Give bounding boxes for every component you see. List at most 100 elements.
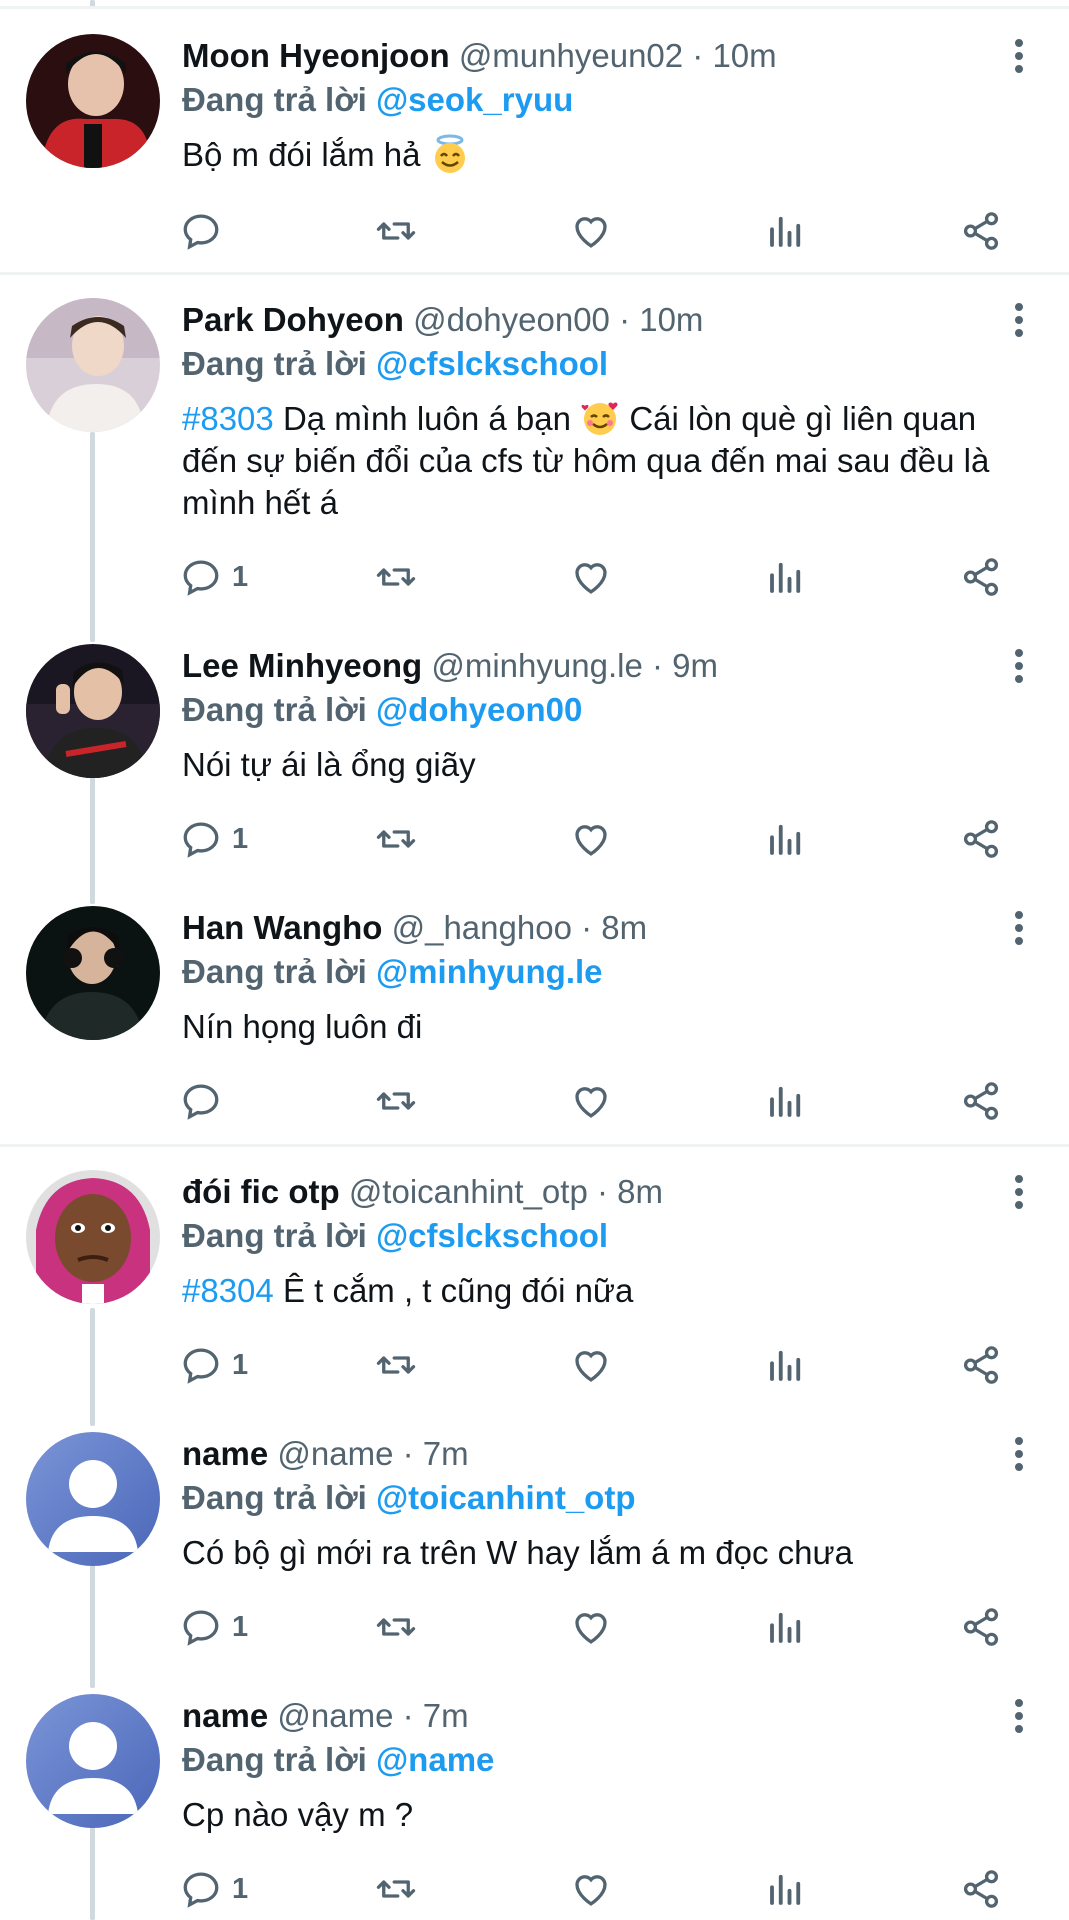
views-icon — [770, 824, 801, 855]
more-vertical-icon[interactable] — [1009, 1174, 1029, 1210]
retweet-button[interactable] — [375, 814, 417, 864]
reply-button[interactable]: 1 — [180, 1340, 248, 1390]
reply-mention[interactable]: @minhyung.le — [376, 953, 603, 990]
share-button[interactable] — [960, 1076, 1002, 1126]
avatar[interactable] — [26, 644, 160, 778]
like-icon — [575, 1351, 607, 1382]
views-button[interactable] — [765, 206, 807, 256]
divider — [0, 6, 1069, 9]
smiling-hearts-icon — [581, 402, 618, 435]
reply-icon — [183, 822, 219, 858]
reply-mention[interactable]: @toicanhint_otp — [376, 1479, 636, 1516]
like-icon — [575, 1875, 607, 1906]
hashtag[interactable]: #8303 — [182, 400, 274, 437]
more-vertical-icon[interactable] — [1009, 38, 1029, 74]
reply-prefix: Đang trả lời — [182, 953, 367, 990]
avatar[interactable] — [26, 1170, 160, 1304]
avatar[interactable] — [26, 34, 160, 168]
reply-button[interactable] — [180, 1076, 232, 1126]
tweet-text: Có bộ gì mới ra trên W hay lắm á m đọc c… — [182, 1534, 853, 1571]
reply-icon — [183, 1348, 219, 1384]
reply-prefix: Đang trả lời — [182, 81, 367, 118]
share-button[interactable] — [960, 552, 1002, 602]
share-icon — [963, 1608, 999, 1646]
retweet-button[interactable] — [375, 1864, 417, 1914]
more-vertical-icon[interactable] — [1009, 910, 1029, 946]
share-button[interactable] — [960, 1602, 1002, 1652]
like-icon — [575, 217, 607, 248]
handle-time: @_hanghoo · 8m — [391, 909, 648, 946]
like-button[interactable] — [570, 1602, 612, 1652]
reply-count: 1 — [232, 1348, 249, 1381]
reply-mention[interactable]: @dohyeon00 — [376, 691, 582, 728]
views-button[interactable] — [765, 1076, 807, 1126]
reply-mention[interactable]: @cfslckschool — [376, 345, 608, 382]
reply-button[interactable]: 1 — [180, 814, 248, 864]
reply-button[interactable] — [180, 206, 232, 256]
action-bar: 1 — [180, 1864, 1030, 1914]
tweet-text: Nín họng luôn đi — [182, 1008, 423, 1045]
share-icon — [963, 558, 999, 596]
action-bar — [180, 206, 1030, 256]
more-vertical-icon[interactable] — [1009, 302, 1029, 338]
avatar[interactable] — [26, 298, 160, 432]
avatar[interactable] — [26, 906, 160, 1040]
views-button[interactable] — [765, 1864, 807, 1914]
retweet-button[interactable] — [375, 1602, 417, 1652]
reply-icon — [183, 1084, 219, 1120]
like-button[interactable] — [570, 1076, 612, 1126]
handle-time: @dohyeon00 · 10m — [413, 301, 704, 338]
handle-time: @munhyeun02 · 10m — [458, 37, 777, 74]
like-button[interactable] — [570, 206, 612, 256]
views-button[interactable] — [765, 1340, 807, 1390]
like-button[interactable] — [570, 1864, 612, 1914]
reply-button[interactable]: 1 — [180, 552, 248, 602]
retweet-button[interactable] — [375, 206, 417, 256]
more-vertical-icon[interactable] — [1009, 1436, 1029, 1472]
more-vertical-icon[interactable] — [1009, 1698, 1029, 1734]
tweet-text: Cp nào vậy m ? — [182, 1796, 414, 1833]
views-button[interactable] — [765, 552, 807, 602]
thread-line — [90, 1824, 95, 1920]
retweet-button[interactable] — [375, 552, 417, 602]
share-button[interactable] — [960, 1864, 1002, 1914]
retweet-button[interactable] — [375, 1076, 417, 1126]
views-icon — [770, 562, 801, 593]
action-bar: 1 — [180, 552, 1030, 602]
like-icon — [575, 1613, 607, 1644]
display-name[interactable]: Han Wangho — [182, 909, 382, 946]
avatar[interactable] — [26, 1432, 160, 1566]
views-button[interactable] — [765, 1602, 807, 1652]
like-button[interactable] — [570, 552, 612, 602]
like-button[interactable] — [570, 1340, 612, 1390]
display-name[interactable]: Moon Hyeonjoon — [182, 37, 450, 74]
reply-mention[interactable]: @name — [376, 1741, 494, 1778]
views-icon — [770, 216, 801, 247]
views-button[interactable] — [765, 814, 807, 864]
handle-time: @name · 7m — [277, 1435, 469, 1472]
display-name[interactable]: Park Dohyeon — [182, 301, 404, 338]
display-name[interactable]: Lee Minhyeong — [182, 647, 422, 684]
tweet-text: Nói tự ái là ổng giãy — [182, 746, 476, 783]
reply-button[interactable]: 1 — [180, 1864, 248, 1914]
retweet-icon — [376, 222, 416, 240]
hashtag[interactable]: #8304 — [182, 1272, 274, 1309]
retweet-button[interactable] — [375, 1340, 417, 1390]
display-name[interactable]: name — [182, 1697, 268, 1734]
reply-count: 1 — [232, 1872, 249, 1905]
like-button[interactable] — [570, 814, 612, 864]
display-name[interactable]: đói fic otp — [182, 1173, 340, 1210]
reply-button[interactable]: 1 — [180, 1602, 248, 1652]
reply-prefix: Đang trả lời — [182, 1479, 367, 1516]
tweet-text: Ê t cắm , t cũng đói nữa — [282, 1272, 634, 1309]
reply-mention[interactable]: @cfslckschool — [376, 1217, 608, 1254]
share-icon — [963, 820, 999, 858]
share-button[interactable] — [960, 814, 1002, 864]
action-bar: 1 — [180, 814, 1030, 864]
reply-mention[interactable]: @seok_ryuu — [376, 81, 573, 118]
avatar[interactable] — [26, 1694, 160, 1828]
share-button[interactable] — [960, 206, 1002, 256]
more-vertical-icon[interactable] — [1009, 648, 1029, 684]
display-name[interactable]: name — [182, 1435, 268, 1472]
share-button[interactable] — [960, 1340, 1002, 1390]
